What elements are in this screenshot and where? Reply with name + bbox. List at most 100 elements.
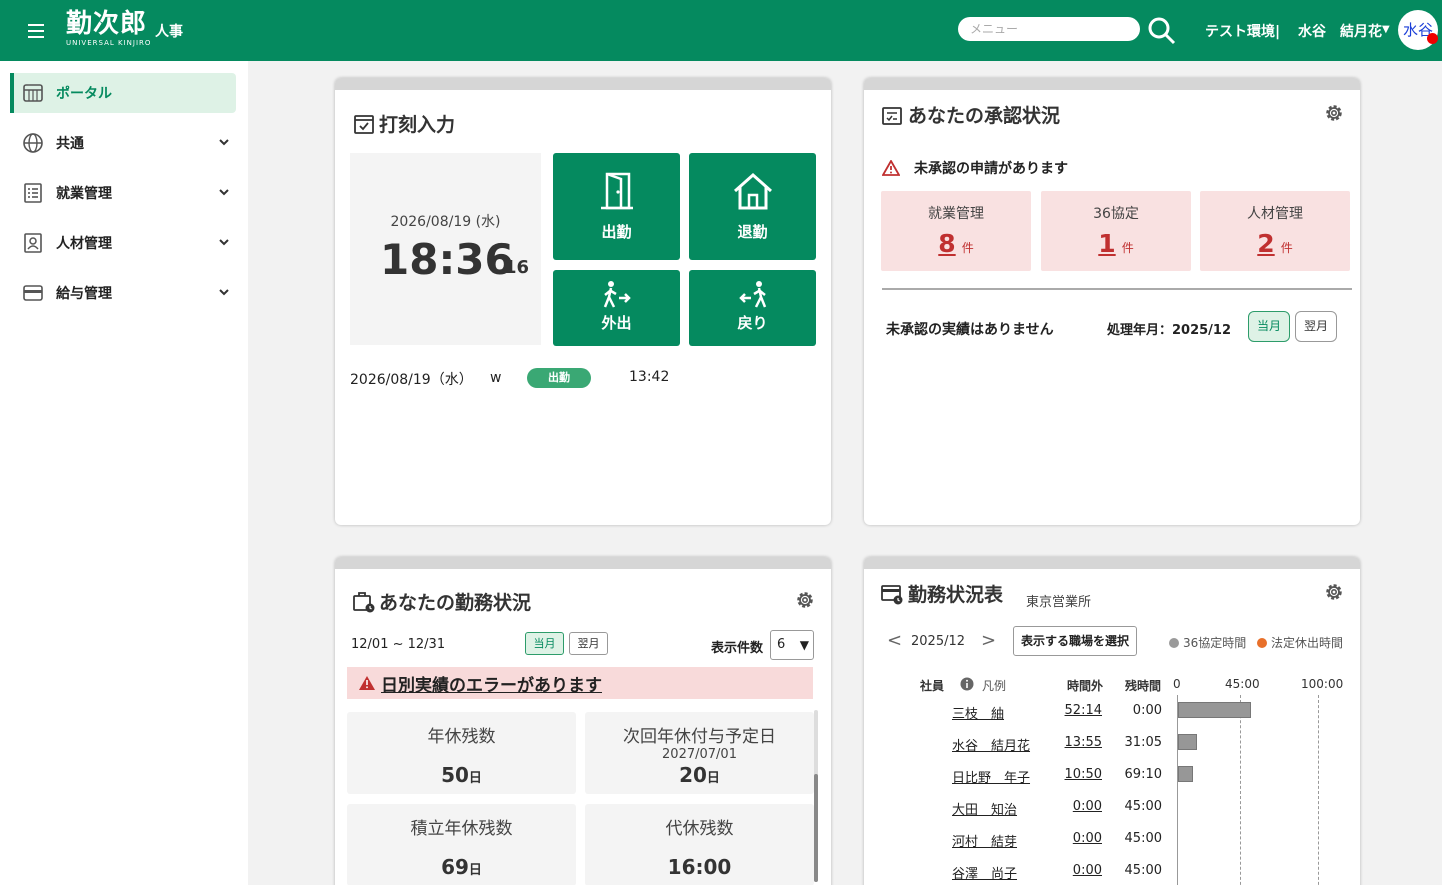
gear-icon[interactable]	[1323, 102, 1345, 124]
return-button[interactable]: 戻り	[689, 270, 816, 346]
pending-count-number[interactable]: 8	[938, 229, 955, 258]
legend-36-agreement: 36協定時間	[1169, 634, 1246, 651]
chevron-down-icon[interactable]	[218, 236, 230, 248]
remaining-value: 31:05	[1124, 735, 1162, 750]
search-icon[interactable]	[1147, 16, 1177, 46]
history-time: 13:42	[629, 369, 670, 385]
pending-36-agreement[interactable]: 36協定 1件	[1041, 191, 1191, 271]
clock-in-button[interactable]: 出勤	[553, 153, 680, 260]
stat-number: 20	[679, 763, 707, 787]
top-header: 勤次郎 UNIVERSAL KINJIRO 人事 テスト環境| 水谷 結月花 ▼…	[0, 0, 1442, 61]
warning-icon	[359, 676, 375, 690]
avatar[interactable]: 水谷	[1398, 10, 1438, 50]
menu-search-input[interactable]	[958, 17, 1140, 41]
axis-tick: 45:00	[1225, 677, 1260, 691]
logo[interactable]: 勤次郎 UNIVERSAL KINJIRO	[66, 10, 151, 47]
axis-45-line	[1240, 695, 1241, 885]
overtime-value[interactable]: 52:14	[1057, 703, 1102, 718]
pending-label: 人材管理	[1247, 206, 1303, 222]
stat-value: 16:00	[585, 855, 814, 879]
employee-name[interactable]: 河村 結芽	[952, 831, 1017, 850]
error-banner[interactable]: 日別実績のエラーがあります	[347, 667, 813, 699]
sidebar-item-common[interactable]: 共通	[10, 123, 236, 163]
remaining-value: 45:00	[1124, 799, 1162, 814]
chevron-down-icon[interactable]	[218, 186, 230, 198]
info-icon[interactable]	[960, 677, 974, 691]
user-last-name[interactable]: 水谷	[1298, 21, 1326, 41]
scrollbar-thumb[interactable]	[814, 774, 818, 882]
error-link[interactable]: 日別実績のエラーがあります	[381, 671, 602, 696]
employee-name[interactable]: 水谷 結月花	[952, 735, 1030, 754]
sidebar: ポータル 共通 就業管理 人材管理 給与管理	[0, 61, 248, 885]
office-label: 東京営業所	[1026, 595, 1092, 610]
pending-hr-management[interactable]: 人材管理 2件	[1200, 191, 1350, 271]
sidebar-item-payroll[interactable]: 給与管理	[10, 273, 236, 313]
pending-work-management[interactable]: 就業管理 8件	[881, 191, 1031, 271]
stat-unit: 日	[468, 863, 482, 878]
stat-label: 年休残数	[427, 727, 496, 747]
legend-label: 法定休出時間	[1271, 636, 1344, 650]
overtime-value[interactable]: 10:50	[1057, 767, 1102, 782]
stat-sub	[347, 839, 576, 855]
legend-dot	[1257, 637, 1267, 648]
history-date: 2026/08/19（水）	[350, 372, 473, 388]
employee-name[interactable]: 大田 知治	[952, 799, 1017, 818]
employee-name[interactable]: 日比野 年子	[952, 767, 1030, 786]
work-status-title: 勤務状況表	[908, 584, 1004, 606]
overtime-value[interactable]: 0:00	[1057, 831, 1102, 846]
stat-unit: 日	[706, 771, 720, 786]
card-clock-icon	[881, 585, 903, 605]
sidebar-item-label: 人材管理	[56, 236, 112, 252]
gear-icon[interactable]	[794, 589, 816, 611]
clock-out-button[interactable]: 退勤	[689, 153, 816, 260]
period-range: 12/01 ~ 12/31	[351, 637, 446, 652]
select-workplace-button[interactable]: 表示する職場を選択	[1013, 626, 1137, 656]
globe-icon	[23, 133, 43, 153]
accumulated-leave-remaining: 積立年休残数 69日	[347, 804, 576, 885]
this-month-button[interactable]: 当月	[525, 632, 564, 655]
col-overtime: 時間外	[1067, 679, 1104, 693]
next-month-icon[interactable]: >	[981, 630, 996, 651]
vertical-scrollbar[interactable]	[814, 710, 818, 882]
compensatory-leave-remaining: 代休残数 16:00	[585, 804, 814, 885]
this-month-button[interactable]: 当月	[1248, 311, 1290, 342]
pending-count-number[interactable]: 2	[1257, 229, 1274, 258]
prev-month-icon[interactable]: <	[887, 630, 902, 651]
gear-icon[interactable]	[1323, 581, 1345, 603]
menu-icon[interactable]	[28, 24, 44, 38]
overtime-bar	[1178, 734, 1197, 750]
clock-out-label: 退勤	[737, 223, 768, 241]
user-menu-chevron-icon[interactable]: ▼	[1382, 24, 1390, 35]
sidebar-item-hr-management[interactable]: 人材管理	[10, 223, 236, 263]
sidebar-item-work-management[interactable]: 就業管理	[10, 173, 236, 213]
overtime-value[interactable]: 13:55	[1057, 735, 1102, 750]
user-first-name[interactable]: 結月花	[1340, 21, 1382, 41]
stat-sub	[585, 839, 814, 855]
logo-subtext: UNIVERSAL KINJIRO	[66, 39, 152, 47]
go-out-button[interactable]: 外出	[553, 270, 680, 346]
next-grant-date: 次回年休付与予定日 2027/07/01 20日	[585, 712, 814, 794]
caret-down-icon: ▼	[799, 638, 809, 652]
chevron-down-icon[interactable]	[218, 286, 230, 298]
chevron-down-icon[interactable]	[218, 136, 230, 148]
col-employee: 社員	[920, 679, 945, 693]
overtime-value[interactable]: 0:00	[1057, 863, 1102, 878]
notification-dot	[1427, 33, 1438, 44]
next-month-button[interactable]: 翌月	[1295, 311, 1337, 342]
processing-month: 処理年月：2025/12	[1107, 323, 1232, 338]
pending-unit: 件	[961, 241, 974, 255]
pending-count: 1件	[1041, 229, 1191, 258]
annual-leave-remaining: 年休残数 50日	[347, 712, 576, 794]
stat-number: 50	[441, 763, 469, 787]
overtime-value[interactable]: 0:00	[1057, 799, 1102, 814]
next-month-button[interactable]: 翌月	[569, 632, 608, 655]
employee-name[interactable]: 谷澤 尚子	[952, 863, 1017, 882]
stat-label: 積立年休残数	[410, 819, 513, 839]
axis-zero-line	[1177, 695, 1178, 885]
col-legend[interactable]: 凡例	[982, 677, 1006, 694]
pending-count-number[interactable]: 1	[1098, 229, 1115, 258]
sidebar-item-portal[interactable]: ポータル	[10, 73, 236, 113]
display-count-select[interactable]: 6 ▼	[770, 630, 814, 660]
employee-name[interactable]: 三枝 紬	[952, 703, 1004, 722]
punch-card: 打刻入力 2026/08/19 (水) 18:36 16 出勤 退勤 外出 戻り…	[335, 78, 831, 525]
